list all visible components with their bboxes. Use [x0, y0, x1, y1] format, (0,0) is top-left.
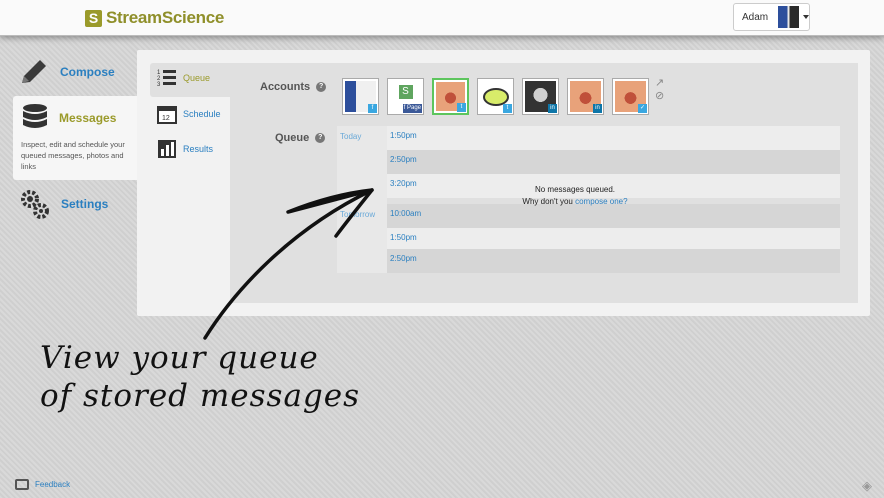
account-other[interactable]: ✓: [612, 78, 649, 115]
gears-icon: [21, 190, 49, 219]
accounts-list: f S f Page t t in in ✓: [342, 78, 657, 115]
pencil-icon: [22, 60, 46, 83]
compose-link[interactable]: compose one?: [575, 197, 627, 206]
speech-bubble-icon: [482, 87, 509, 106]
twitter-icon: t: [503, 104, 512, 113]
calendar-icon: 12: [157, 106, 177, 124]
tab-schedule[interactable]: 12 Schedule: [157, 104, 221, 124]
nav-messages-label: Messages: [59, 111, 117, 125]
nav-messages[interactable]: Messages: [21, 103, 116, 133]
top-bar: S StreamScience Adam: [0, 0, 884, 36]
chat-icon: [15, 479, 29, 490]
facebook-icon: f: [368, 104, 377, 113]
nav-settings[interactable]: Settings: [19, 188, 108, 220]
day-label-tomorrow: Tomorrow: [340, 210, 376, 219]
tab-results-label: Results: [183, 144, 214, 154]
queue-label-row: Queue ?: [275, 132, 326, 144]
external-link-icon[interactable]: ↗: [655, 77, 664, 90]
tab-results[interactable]: Results: [157, 139, 213, 159]
corner-logo-icon: ◈: [862, 478, 872, 493]
numbered-list-icon: 1 2 3: [157, 70, 176, 88]
bar-chart-icon: [158, 140, 176, 158]
twitter-icon: t: [457, 103, 466, 112]
help-icon[interactable]: ?: [315, 133, 326, 143]
feedback-link[interactable]: Feedback: [15, 479, 70, 490]
accounts-label: Accounts: [260, 81, 311, 93]
help-icon[interactable]: ?: [316, 82, 327, 92]
account-twitter[interactable]: t: [477, 78, 514, 115]
logo-text: StreamScience: [106, 8, 225, 27]
account-linkedin-2[interactable]: in: [567, 78, 604, 115]
streamscience-logo-icon: S: [398, 85, 413, 99]
empty-queue-message: No messages queued. Why don't you compos…: [460, 184, 690, 208]
empty-message-line: No messages queued.: [534, 185, 616, 194]
empty-message-prefix: Why don't you: [522, 197, 576, 206]
account-facebook-page[interactable]: S f Page: [387, 78, 424, 115]
tab-schedule-label: Schedule: [183, 109, 221, 119]
user-menu-button[interactable]: Adam: [733, 3, 810, 31]
logo-mark: S: [85, 9, 102, 27]
linkedin-icon: in: [548, 104, 557, 113]
account-facebook[interactable]: f: [342, 78, 379, 115]
avatar: [778, 6, 799, 28]
queue-slot[interactable]: 2:50pm: [387, 150, 840, 174]
feedback-label: Feedback: [35, 480, 71, 489]
ban-icon[interactable]: ⊘: [655, 90, 664, 103]
svg-text:3: 3: [157, 82, 161, 88]
queue-slot[interactable]: 1:50pm: [387, 126, 840, 150]
tab-queue[interactable]: 1 2 3 Queue: [157, 68, 210, 88]
user-name: Adam: [742, 11, 769, 23]
logo[interactable]: S StreamScience: [85, 8, 224, 28]
queue-label: Queue: [275, 132, 310, 144]
day-label-today: Today: [340, 132, 362, 141]
svg-text:12: 12: [162, 115, 170, 122]
annotation-line-1: View your queue: [40, 340, 319, 376]
nav-settings-label: Settings: [61, 197, 109, 211]
annotation-line-2: of stored messages: [40, 378, 361, 414]
nav-messages-description: Inspect, edit and schedule your queued m…: [21, 140, 125, 171]
tab-queue-label: Queue: [183, 73, 211, 83]
account-tools: ↗ ⊘: [655, 77, 664, 103]
account-linkedin[interactable]: in: [522, 78, 559, 115]
day-column: [337, 126, 387, 273]
check-icon: ✓: [638, 104, 647, 113]
database-icon: [23, 104, 47, 128]
accounts-label-row: Accounts ?: [260, 81, 327, 93]
nav-compose-label: Compose: [60, 65, 115, 79]
facebook-page-icon: f Page: [402, 104, 422, 113]
nav-compose[interactable]: Compose: [18, 57, 115, 87]
account-twitter-selected[interactable]: t: [432, 78, 469, 115]
chevron-down-icon: [803, 15, 809, 19]
queue-slot[interactable]: 2:50pm: [387, 249, 840, 273]
linkedin-icon: in: [593, 104, 602, 113]
